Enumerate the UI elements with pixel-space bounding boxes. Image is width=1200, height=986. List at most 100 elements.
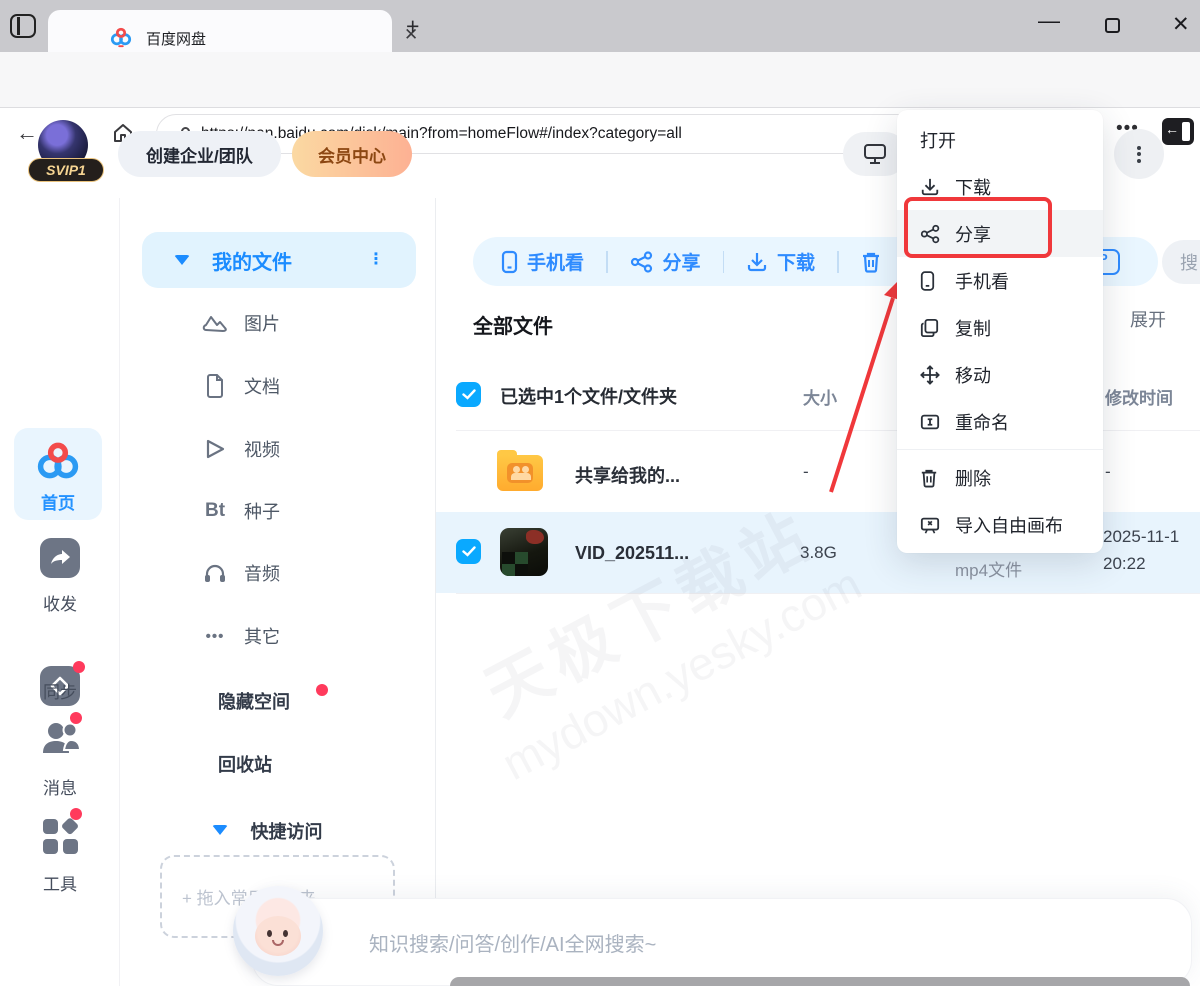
messages-icon[interactable] (40, 718, 80, 758)
tools-icon[interactable] (40, 816, 80, 856)
section-title: 全部文件 (473, 310, 553, 339)
share-icon (630, 251, 654, 273)
create-team-button[interactable]: 创建企业/团队 (118, 131, 281, 177)
torrents-label: 种子 (244, 498, 280, 524)
file-clock: 20:22 (1103, 554, 1146, 574)
shared-folder-icon (497, 455, 543, 491)
images-icon (200, 312, 230, 334)
menu-item-import-canvas[interactable]: 导入自由画布 (897, 501, 1103, 548)
home-label: 首页 (14, 489, 102, 514)
tab-title: 百度网盘 (146, 28, 206, 49)
sidebar-item-audio[interactable]: 音频 (200, 558, 400, 588)
rename-icon (920, 412, 942, 432)
toolbar-phone-view-button[interactable]: 手机看 (501, 248, 584, 275)
baidu-pan-favicon (110, 26, 132, 48)
sidebar-item-recycle-bin[interactable]: 回收站 (218, 751, 272, 777)
file-name: 共享给我的... (575, 462, 680, 488)
context-menu: 打开 下载 分享 手机看 复制 移动 重命名 删除 导入自由画布 (897, 110, 1103, 553)
tools-notification-dot (70, 808, 82, 820)
images-label: 图片 (244, 310, 280, 336)
file-date: 2025-11-1 (1103, 527, 1179, 547)
toolbar-share-button[interactable]: 分享 (630, 248, 701, 275)
svip-badge[interactable]: SVIP1 (28, 158, 104, 182)
trash-icon (861, 251, 881, 273)
download-icon (920, 177, 942, 197)
my-files-menu-icon[interactable]: ⋮ (368, 257, 384, 263)
sidebar-item-hidden-space[interactable]: 隐藏空间 (218, 688, 290, 714)
browser-tab-strip: 百度网盘 ✕ + — ✕ (0, 0, 1200, 52)
menu-item-move[interactable]: 移动 (897, 351, 1103, 398)
file-name: VID_202511... (575, 543, 689, 564)
sidebar-item-others[interactable]: ••• 其它 (200, 621, 400, 651)
toolbar-download-button[interactable]: 下载 (746, 248, 815, 275)
search-input[interactable]: 搜 (1162, 240, 1200, 284)
my-files-label: 我的文件 (212, 246, 292, 275)
others-label: 其它 (244, 623, 280, 649)
sidebar-item-torrents[interactable]: Bt 种子 (200, 496, 400, 526)
phone-icon (920, 270, 942, 292)
monitor-icon (863, 143, 887, 165)
select-all-checkbox[interactable] (456, 382, 481, 407)
sidebar-panel-icon[interactable] (1162, 118, 1194, 145)
sync-label[interactable]: 同步 (0, 678, 120, 703)
header-more-button[interactable] (1114, 129, 1164, 179)
ai-search-bar[interactable]: 知识搜索/问答/创作/AI全网搜索~ (252, 898, 1192, 986)
menu-item-rename[interactable]: 重命名 (897, 398, 1103, 445)
bottom-bar (450, 977, 1190, 986)
bt-icon: Bt (200, 500, 230, 522)
toolbar-delete-button[interactable] (861, 251, 881, 273)
left-nav: 首页 收发 同步 消息 工具 打开电脑端 (0, 198, 120, 986)
sidebar-item-home[interactable]: 首页 (14, 428, 102, 520)
download-icon (746, 251, 768, 273)
quick-access-label: 快捷访问 (250, 822, 322, 842)
canvas-icon (920, 515, 942, 535)
workspaces-icon[interactable] (10, 14, 36, 38)
sidebar-item-quick-access[interactable]: 快捷访问 (180, 818, 322, 844)
videos-icon (200, 437, 230, 461)
baidu-pan-logo-icon (36, 440, 80, 482)
messages-label[interactable]: 消息 (0, 774, 120, 799)
collapse-triangle-icon[interactable] (174, 255, 190, 265)
annotation-highlight-box (904, 197, 1052, 258)
file-time: - (1105, 462, 1111, 482)
move-icon (920, 365, 942, 385)
file-size: 3.8G (800, 543, 837, 563)
docs-icon (200, 374, 230, 398)
menu-item-open[interactable]: 打开 (897, 116, 1103, 163)
copy-icon (920, 318, 942, 338)
new-tab-icon[interactable]: + (406, 13, 419, 40)
sync-notification-dot (73, 661, 85, 673)
sidebar-item-images[interactable]: 图片 (200, 308, 400, 338)
window-close-icon[interactable]: ✕ (1172, 12, 1190, 37)
file-type: mp4文件 (955, 556, 1022, 581)
phone-icon (501, 250, 518, 274)
expand-toggle[interactable]: 展开 (1130, 306, 1166, 332)
messages-notification-dot (70, 712, 82, 724)
column-size[interactable]: 大小 (803, 384, 837, 409)
menu-item-delete[interactable]: 删除 (897, 454, 1103, 501)
menu-item-phone-view[interactable]: 手机看 (897, 257, 1103, 304)
sidebar-item-videos[interactable]: 视频 (200, 434, 400, 464)
row-checkbox[interactable] (456, 539, 481, 564)
sidebar-item-docs[interactable]: 文档 (200, 371, 400, 401)
sidebar-item-my-files[interactable]: 我的文件 ⋮ (142, 232, 416, 288)
browser-toolbar: ← ⟳ https://pan.baidu.com/disk/main?from… (0, 52, 1200, 108)
ai-mascot-avatar[interactable] (233, 886, 323, 976)
audio-icon (200, 562, 230, 584)
window-minimize-icon[interactable]: — (1038, 8, 1060, 34)
others-icon: ••• (200, 628, 230, 645)
tools-label[interactable]: 工具 (0, 870, 120, 895)
video-thumbnail (500, 528, 548, 576)
member-center-button[interactable]: 会员中心 (292, 131, 412, 177)
audio-label: 音频 (244, 560, 280, 586)
window-maximize-icon[interactable] (1105, 18, 1120, 33)
browser-tab[interactable]: 百度网盘 ✕ (48, 10, 392, 52)
send-receive-icon[interactable] (40, 538, 80, 578)
send-receive-label[interactable]: 收发 (0, 590, 120, 615)
back-icon[interactable]: ← (16, 120, 38, 146)
menu-item-copy[interactable]: 复制 (897, 304, 1103, 351)
menu-divider (897, 449, 1103, 450)
hidden-space-notification-dot (316, 684, 328, 696)
column-modified-time[interactable]: 修改时间 (1105, 384, 1173, 409)
trash-icon (920, 468, 942, 488)
